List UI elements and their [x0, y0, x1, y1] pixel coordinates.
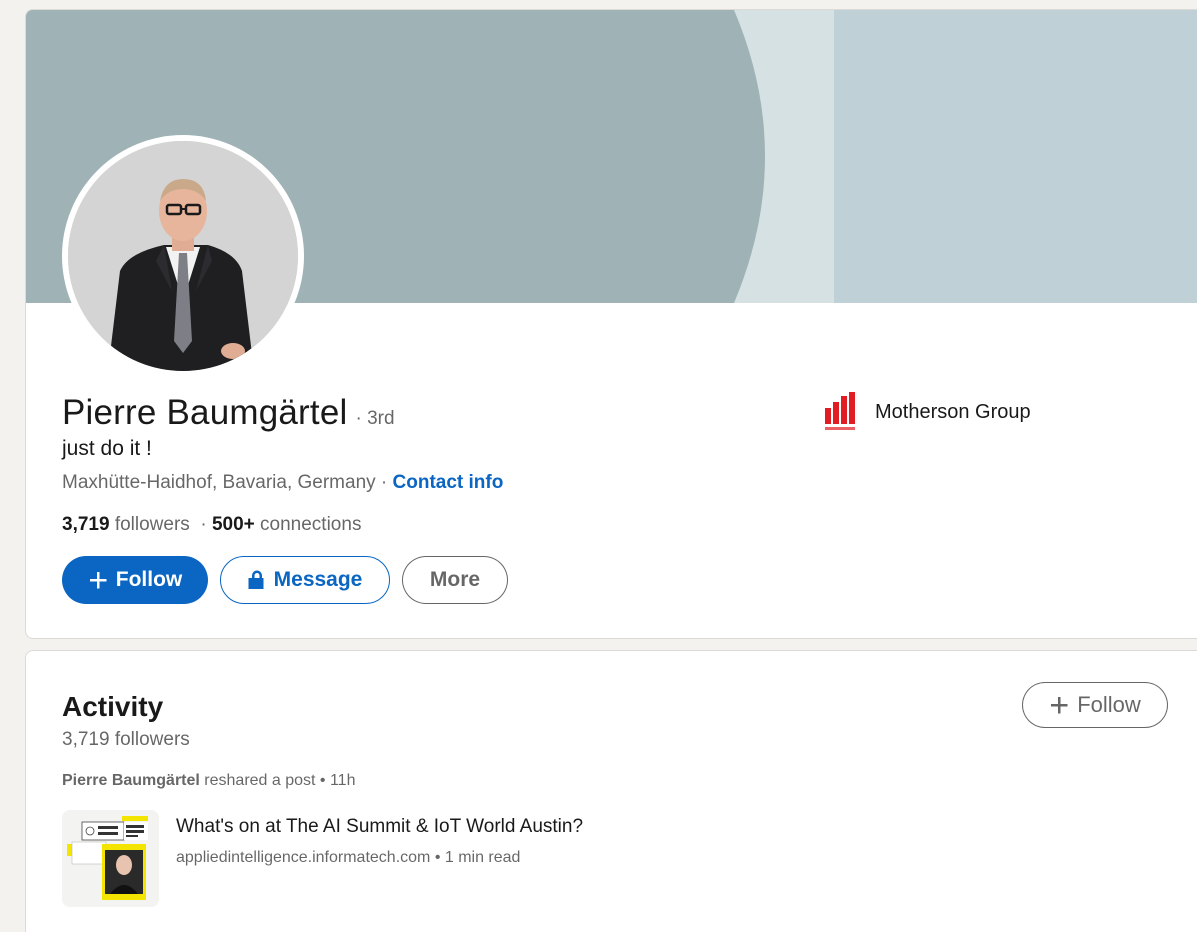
connections-count[interactable]: 500+: [212, 514, 255, 535]
follow-button-label: Follow: [115, 568, 183, 591]
activity-title: Activity: [62, 691, 164, 722]
connections-label[interactable]: connections: [255, 514, 361, 535]
activity-card: Activity 3,719 followers Follow Pierre B…: [25, 650, 1197, 932]
lock-icon: [248, 570, 266, 590]
profile-headline: just do it !: [62, 437, 152, 460]
profile-location: Maxhütte-Haidhof, Bavaria, Germany: [62, 472, 376, 493]
connections-separator: ·: [189, 514, 212, 535]
follow-button[interactable]: Follow: [62, 556, 208, 604]
post-title[interactable]: What's on at The AI Summit & IoT World A…: [176, 816, 583, 838]
message-button[interactable]: Message: [220, 556, 390, 604]
plus-icon: [88, 570, 108, 590]
location-row: Maxhütte-Haidhof, Bavaria, Germany · Con…: [62, 472, 503, 494]
connection-degree: · 3rd: [355, 408, 395, 429]
post-thumbnail[interactable]: [62, 810, 159, 907]
profile-avatar[interactable]: [62, 135, 304, 377]
reshare-text: reshared a post • 11h: [199, 772, 356, 789]
followers-count: 3,719: [62, 514, 110, 535]
message-button-label: Message: [273, 568, 363, 591]
activity-follow-button[interactable]: Follow: [1022, 682, 1168, 728]
stats-row: 3,719 followers · 500+ connections: [62, 514, 361, 536]
contact-info-link[interactable]: Contact info: [393, 472, 504, 493]
location-separator: ·: [375, 472, 393, 493]
activity-follow-label: Follow: [1077, 692, 1141, 717]
reshare-line: Pierre Baumgärtel reshared a post • 11h: [62, 772, 355, 790]
activity-followers: 3,719 followers: [62, 729, 190, 750]
more-button[interactable]: More: [402, 556, 508, 604]
profile-actions: Follow Message More: [62, 556, 508, 604]
name-row: Pierre Baumgärtel · 3rd: [62, 393, 395, 433]
reshare-author[interactable]: Pierre Baumgärtel: [62, 772, 200, 789]
motherson-logo-icon: [823, 392, 857, 432]
company-name: Motherson Group: [875, 400, 1031, 423]
post-meta: appliedintelligence.informatech.com • 1 …: [176, 849, 521, 866]
followers-label: followers: [109, 514, 190, 535]
current-company[interactable]: Motherson Group: [823, 392, 1031, 432]
more-button-label: More: [429, 568, 481, 591]
profile-name: Pierre Baumgärtel: [62, 393, 348, 432]
profile-card: Pierre Baumgärtel · 3rd just do it ! Max…: [25, 9, 1197, 639]
plus-icon: [1049, 695, 1069, 715]
